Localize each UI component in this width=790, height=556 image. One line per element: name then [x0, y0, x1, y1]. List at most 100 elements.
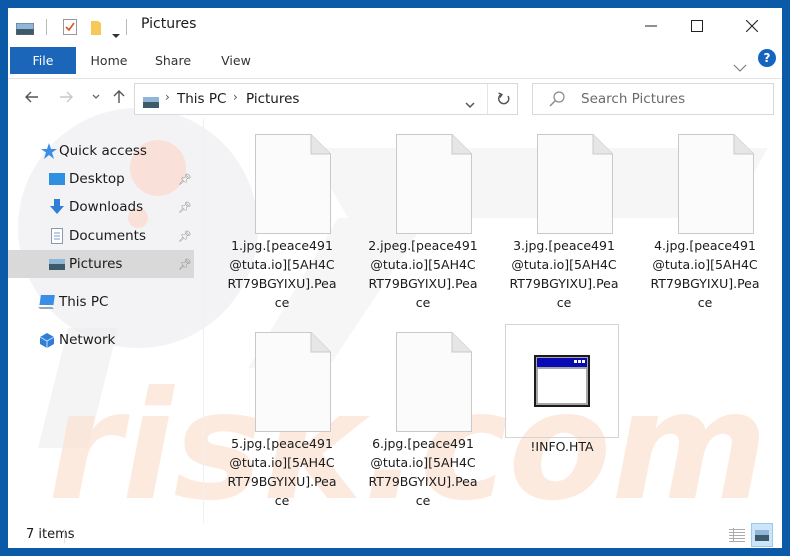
search-icon — [549, 91, 565, 111]
star-icon — [40, 143, 58, 159]
sidebar-item-label: Quick access — [59, 143, 147, 159]
close-icon — [746, 20, 758, 32]
sidebar-item-this-pc[interactable]: This PC — [8, 288, 194, 316]
arrow-left-icon — [25, 91, 38, 103]
ribbon-tabs: File Home Share View ? — [8, 44, 782, 79]
search-box[interactable] — [532, 83, 774, 115]
file-explorer-window: risk.com Pictures File Home Share View ?… — [8, 8, 782, 548]
pin-icon[interactable]: 📌︎ — [178, 173, 192, 186]
file-item[interactable]: 2.jpeg.[peace491 @tuta.io][5AH4C RT79BGYIX… — [363, 130, 483, 320]
blank-file-icon — [678, 134, 754, 234]
file-name: 5.jpg.[peace491 @tuta.io][5AH4C RT79BGYIXU… — [227, 436, 337, 508]
details-view-icon — [729, 528, 745, 542]
sidebar-item-desktop[interactable]: Desktop 📌︎ — [8, 165, 194, 193]
minimize-button[interactable] — [628, 8, 674, 44]
properties-icon[interactable] — [63, 19, 77, 39]
file-item[interactable]: 6.jpg.[peace491 @tuta.io][5AH4C RT79BGYIXU… — [363, 328, 483, 518]
file-name: !INFO.HTA — [530, 439, 594, 454]
search-input[interactable] — [579, 90, 763, 108]
pin-icon[interactable]: 📌︎ — [178, 230, 192, 243]
file-name: 1.jpg.[peace491 @tuta.io][5AH4C RT79BGYIXU… — [227, 238, 337, 310]
navigation-bar: › This PC › Pictures — [8, 78, 782, 116]
back-button[interactable] — [22, 87, 42, 107]
file-item[interactable]: 3.jpg.[peace491 @tuta.io][5AH4C RT79BGYIXU… — [504, 130, 624, 320]
tab-home[interactable]: Home — [82, 44, 136, 77]
file-name: 6.jpg.[peace491 @tuta.io][5AH4C RT79BGYIXU… — [368, 436, 478, 508]
sidebar-item-label: Downloads — [69, 199, 144, 215]
sidebar-item-label: Documents — [69, 228, 146, 244]
arrow-up-icon — [113, 90, 125, 103]
arrow-right-icon — [60, 91, 73, 103]
sidebar-item-label: Desktop — [69, 171, 125, 187]
divider — [487, 84, 488, 114]
blank-file-icon — [396, 134, 472, 234]
details-view-button[interactable] — [726, 523, 748, 547]
breadcrumb-this-pc[interactable]: This PC — [177, 91, 226, 107]
downloads-icon — [48, 199, 66, 215]
sidebar-item-documents[interactable]: Documents 📌︎ — [8, 222, 194, 250]
large-icons-view-button[interactable] — [751, 523, 773, 547]
sidebar-item-pictures[interactable]: Pictures 📌︎ — [8, 250, 194, 278]
item-count: 7 items — [26, 527, 75, 542]
separator — [46, 19, 47, 35]
blank-file-icon — [255, 332, 331, 432]
help-button[interactable]: ? — [758, 49, 776, 67]
address-bar[interactable]: › This PC › Pictures — [134, 83, 518, 115]
recent-locations-dropdown[interactable] — [86, 87, 106, 107]
separator — [126, 19, 127, 35]
blank-file-icon — [255, 134, 331, 234]
sidebar-item-downloads[interactable]: Downloads 📌︎ — [8, 193, 194, 221]
status-bar: 7 items — [8, 523, 782, 548]
refresh-button[interactable] — [497, 91, 511, 110]
title-bar: Pictures — [8, 8, 782, 44]
pictures-folder-icon — [15, 20, 35, 39]
navigation-pane: Quick access Desktop 📌︎ Downloads 📌︎ Doc… — [8, 118, 196, 523]
computer-icon — [38, 294, 56, 310]
file-item[interactable]: 5.jpg.[peace491 @tuta.io][5AH4C RT79BGYIXU… — [222, 328, 342, 518]
file-name: 4.jpg.[peace491 @tuta.io][5AH4C RT79BGYIXU… — [650, 238, 760, 310]
pane-divider[interactable] — [203, 118, 204, 523]
minimize-icon — [645, 25, 657, 27]
sidebar-item-quick-access[interactable]: Quick access — [8, 137, 194, 165]
customize-quick-access-dropdown[interactable] — [112, 24, 120, 43]
forward-button[interactable] — [56, 87, 76, 107]
sidebar-item-label: This PC — [59, 294, 109, 310]
tab-share[interactable]: Share — [148, 44, 198, 77]
file-item[interactable]: 4.jpg.[peace491 @tuta.io][5AH4C RT79BGYIXU… — [645, 130, 765, 320]
network-icon — [38, 332, 56, 348]
pin-icon[interactable]: 📌︎ — [178, 258, 192, 271]
breadcrumb-pictures[interactable]: Pictures — [246, 91, 299, 107]
file-list: 1.jpg.[peace491 @tuta.io][5AH4C RT79BGYIXU… — [208, 118, 782, 523]
window-title: Pictures — [141, 16, 197, 32]
up-button[interactable] — [109, 87, 129, 107]
file-item-hta[interactable]: !INFO.HTA — [505, 324, 619, 454]
documents-icon — [48, 228, 66, 244]
chevron-down-icon — [733, 64, 747, 72]
file-name: 3.jpg.[peace491 @tuta.io][5AH4C RT79BGYIXU… — [509, 238, 619, 310]
desktop-icon — [48, 171, 66, 187]
close-button[interactable] — [729, 8, 775, 44]
maximize-icon — [691, 20, 703, 32]
new-folder-icon[interactable] — [90, 20, 102, 40]
sidebar-item-network[interactable]: Network — [8, 326, 194, 354]
file-name: 2.jpeg.[peace491 @tuta.io][5AH4C RT79BGYIX… — [368, 238, 478, 310]
blank-file-icon — [396, 332, 472, 432]
maximize-button[interactable] — [674, 8, 720, 44]
address-history-dropdown[interactable] — [465, 94, 475, 113]
sidebar-item-label: Network — [59, 332, 116, 348]
expand-ribbon-button[interactable] — [733, 57, 747, 76]
tab-view[interactable]: View — [212, 44, 260, 77]
blank-file-icon — [537, 134, 613, 234]
help-icon: ? — [763, 51, 771, 65]
file-item[interactable]: 1.jpg.[peace491 @tuta.io][5AH4C RT79BGYIXU… — [222, 130, 342, 320]
pictures-location-icon — [143, 93, 159, 112]
tab-file[interactable]: File — [10, 47, 76, 74]
hta-application-icon — [534, 355, 590, 407]
breadcrumb-separator: › — [233, 90, 238, 104]
sidebar-item-label: Pictures — [69, 256, 123, 272]
separator — [64, 529, 65, 543]
chevron-down-icon — [92, 94, 100, 99]
pin-icon[interactable]: 📌︎ — [178, 201, 192, 214]
chevron-down-icon — [465, 102, 475, 109]
breadcrumb-separator: › — [165, 90, 170, 104]
